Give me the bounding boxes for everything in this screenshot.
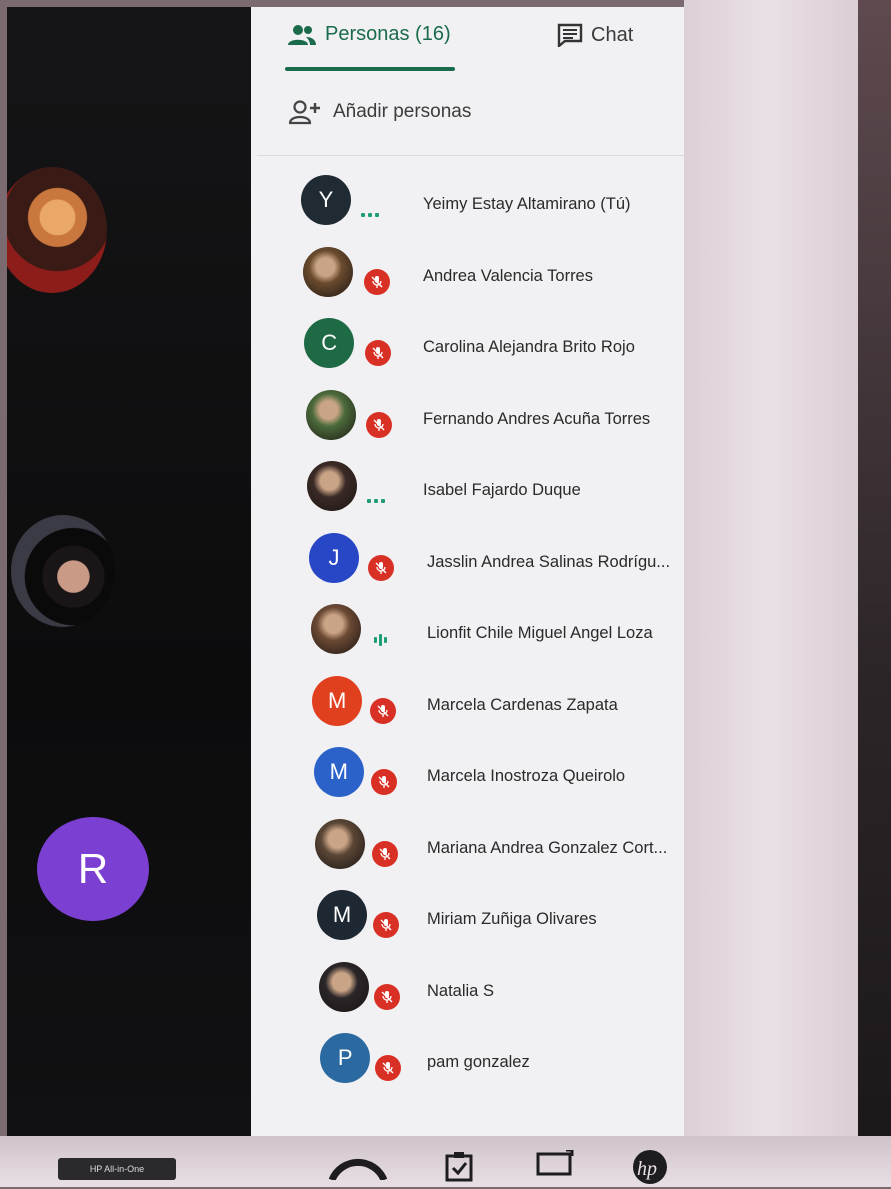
participant-avatar: J [309, 532, 359, 583]
add-person-icon [289, 100, 320, 125]
mic-off-icon [372, 912, 399, 938]
participant-avatar [310, 604, 361, 654]
participant-avatar [318, 961, 369, 1012]
participant-avatar: M [312, 675, 363, 726]
mic-off-icon [371, 840, 398, 867]
audio-dots-icon [361, 213, 379, 217]
participant-row[interactable]: Andrea Valencia Torres [251, 237, 684, 307]
tab-people-label: Personas (16) [325, 23, 451, 45]
participant-name: Lionfit Chile Miguel Angel Loza [427, 624, 653, 642]
tab-chat-label: Chat [591, 23, 634, 46]
participant-row[interactable]: M Marcela Cardenas Zapata [251, 666, 684, 736]
participant-name: Isabel Fajardo Duque [423, 481, 581, 499]
participant-name: Jasslin Andrea Salinas Rodrígu... [427, 552, 671, 571]
participant-row[interactable]: Mariana Andrea Gonzalez Cort... [251, 809, 684, 879]
participant-row[interactable]: Fernando Andres Acuña Torres [251, 380, 684, 450]
participant-name: Andrea Valencia Torres [423, 266, 593, 285]
participant-name: Marcela Inostroza Queirolo [427, 767, 626, 785]
chat-icon [557, 23, 583, 47]
participant-row[interactable]: M Miriam Zuñiga Olivares [251, 880, 684, 950]
add-people-button[interactable]: Añadir personas [289, 99, 471, 125]
participant-name: Natalia S [427, 981, 494, 1000]
participant-row[interactable]: Lionfit Chile Miguel Angel Loza [251, 594, 684, 664]
participant-name: Mariana Andrea Gonzalez Cort... [427, 838, 668, 857]
tab-chat[interactable]: Chat [557, 23, 633, 47]
mic-off-icon [363, 268, 390, 295]
mic-off-icon [367, 554, 394, 581]
mic-off-icon [365, 411, 392, 438]
participant-row[interactable]: Natalia S [251, 952, 684, 1022]
tab-active-indicator [285, 67, 455, 71]
participant-avatar: C [304, 318, 355, 368]
mic-off-icon [374, 1055, 401, 1081]
participant-row[interactable]: Y Yeimy Estay Altamirano (Tú) [251, 165, 684, 235]
participant-row[interactable]: J Jasslin Andrea Salinas Rodrígu... [251, 523, 684, 593]
hp-sticker: HP All-in-One [58, 1158, 176, 1180]
mic-off-icon [369, 697, 396, 724]
participant-avatar [315, 818, 366, 869]
hp-logo-icon: hp [628, 1150, 672, 1189]
participant-avatar: Y [301, 175, 351, 225]
screen: R Personas (16) Chat Añadir personas Y Y… [7, 7, 684, 1136]
participant-name: Fernando Andres Acuña Torres [423, 409, 651, 428]
participant-avatar [307, 461, 358, 511]
mic-off-icon [373, 983, 400, 1010]
circle-icon [328, 1150, 388, 1185]
participant-row[interactable]: M Marcela Inostroza Queirolo [251, 737, 684, 807]
participant-name: Miriam Zuñiga Olivares [427, 910, 597, 928]
people-panel: Personas (16) Chat Añadir personas Y Yei… [251, 7, 684, 1136]
participant-row[interactable]: Ppam gonzalez [251, 1023, 684, 1093]
participant-avatar-r[interactable]: R [37, 817, 149, 921]
participant-name: Marcela Cardenas Zapata [427, 695, 618, 714]
participant-name: Carolina Alejandra Brito Rojo [423, 338, 635, 356]
participant-avatar [305, 389, 356, 440]
participant-video-woman[interactable] [11, 515, 115, 627]
participant-row[interactable]: C Carolina Alejandra Brito Rojo [251, 308, 684, 378]
clipboard-icon [444, 1150, 474, 1187]
add-people-label: Añadir personas [333, 101, 472, 122]
mic-off-icon [370, 769, 397, 795]
video-strip: R [7, 7, 253, 1136]
participant-avatar: P [320, 1033, 371, 1083]
audio-dots-icon [367, 499, 386, 503]
participant-avatar [302, 246, 353, 297]
panel-tabs: Personas (16) Chat [251, 7, 684, 85]
background-edge [858, 0, 891, 1187]
participant-video-cat[interactable] [7, 167, 107, 293]
participant-name: pam gonzalez [427, 1053, 530, 1071]
participant-avatar: M [317, 890, 367, 940]
participant-row[interactable]: Isabel Fajardo Duque [251, 451, 684, 521]
participant-name: Yeimy Estay Altamirano (Tú) [423, 195, 631, 213]
svg-text:hp: hp [637, 1158, 657, 1180]
mic-off-icon [364, 340, 391, 366]
tab-people[interactable]: Personas (16) [287, 23, 451, 46]
divider [257, 155, 684, 156]
speaking-bars-icon [373, 634, 387, 646]
people-icon [288, 24, 316, 45]
screen-share-icon [536, 1148, 576, 1185]
participant-avatar: M [313, 747, 364, 797]
